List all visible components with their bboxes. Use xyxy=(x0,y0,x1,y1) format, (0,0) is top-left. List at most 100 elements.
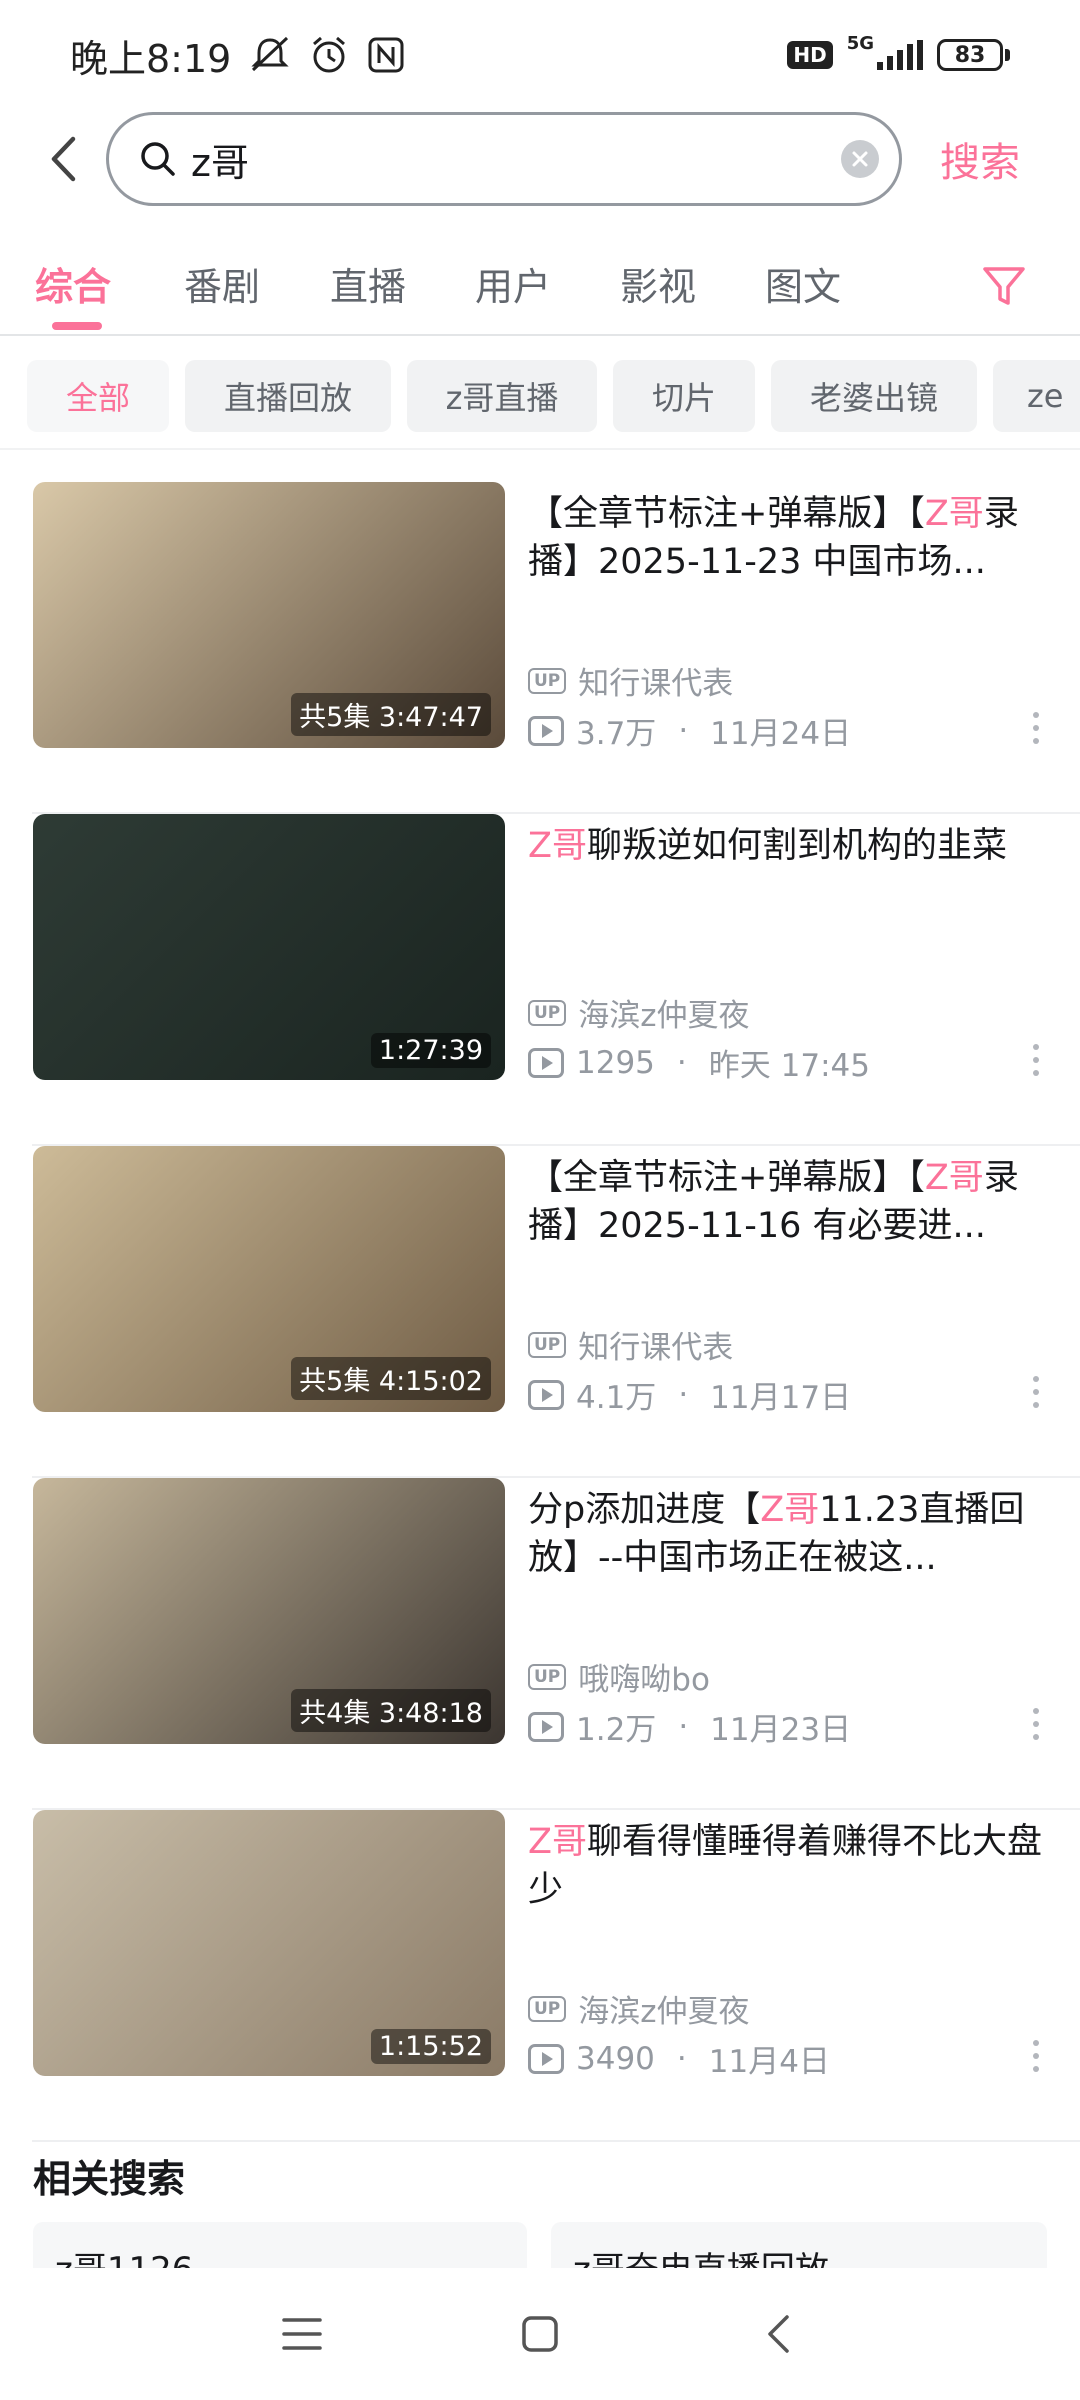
tab-bangumi[interactable]: 番剧 xyxy=(184,256,260,311)
up-badge-icon: UP xyxy=(528,1331,567,1358)
search-icon xyxy=(141,142,175,176)
home-button[interactable] xyxy=(510,2306,570,2362)
video-duration: 共4集 3:48:18 xyxy=(291,1689,491,1732)
up-badge-icon: UP xyxy=(528,1663,567,1690)
view-count: 1.2万 xyxy=(576,1712,657,1748)
tab-comprehensive[interactable]: 综合 xyxy=(35,256,111,311)
play-count-icon xyxy=(528,1711,564,1742)
filter-button[interactable] xyxy=(976,258,1032,314)
chips-divider xyxy=(0,448,1080,450)
search-submit-button[interactable]: 搜索 xyxy=(940,130,1020,188)
clear-search-button[interactable] xyxy=(841,140,879,178)
video-thumbnail[interactable]: 1:27:39 xyxy=(33,814,505,1080)
uploader-name: 知行课代表 xyxy=(578,1330,734,1366)
view-count: 3490 xyxy=(576,2040,655,2077)
status-bar: 晚上8:19 HD 5G 83 xyxy=(0,0,1080,110)
view-count: 4.1万 xyxy=(576,1380,657,1416)
publish-date: 11月24日 xyxy=(710,716,852,752)
uploader-name: 知行课代表 xyxy=(578,666,734,702)
video-title[interactable]: 分p添加进度【Z哥11.23直播回放】--中国市场正在被这... xyxy=(528,1486,1048,1582)
close-icon xyxy=(852,151,868,167)
video-stats: 1.2万 · 11月23日 xyxy=(528,1704,851,1749)
system-back-button[interactable] xyxy=(748,2306,808,2362)
play-count-icon xyxy=(528,715,564,746)
more-options-button[interactable] xyxy=(1026,708,1046,748)
publish-date: 11月23日 xyxy=(710,1712,852,1748)
video-title[interactable]: Z哥聊看得懂睡得着赚得不比大盘少 xyxy=(528,1818,1048,1914)
hd-badge: HD xyxy=(787,41,833,69)
more-options-button[interactable] xyxy=(1026,1040,1046,1080)
video-thumbnail[interactable]: 共5集 3:47:47 xyxy=(33,482,505,748)
active-tab-indicator xyxy=(52,322,102,330)
battery-indicator: 83 xyxy=(937,39,1010,71)
video-title[interactable]: Z哥聊叛逆如何割到机构的韭菜 xyxy=(528,822,1048,870)
publish-date: 11月4日 xyxy=(708,2044,830,2080)
video-card[interactable]: 1:27:39 Z哥聊叛逆如何割到机构的韭菜 UP 海滨z仲夏夜 1295 · … xyxy=(0,814,1080,1146)
video-thumbnail[interactable]: 共5集 4:15:02 xyxy=(33,1146,505,1412)
publish-date: 11月17日 xyxy=(710,1380,852,1416)
tab-articles[interactable]: 图文 xyxy=(765,256,841,311)
uploader-info[interactable]: UP 海滨z仲夏夜 xyxy=(528,1986,750,2031)
alarm-icon xyxy=(313,36,346,73)
clock: 晚上8:19 xyxy=(70,36,232,81)
filter-chips: 全部 直播回放 z哥直播 切片 老婆出镜 ze xyxy=(0,360,1080,434)
nfc-icon xyxy=(368,37,404,73)
uploader-info[interactable]: UP 海滨z仲夏夜 xyxy=(528,990,750,1035)
more-options-button[interactable] xyxy=(1026,1704,1046,1744)
related-searches-title: 相关搜索 xyxy=(33,2157,186,2201)
video-card[interactable]: 共4集 3:48:18 分p添加进度【Z哥11.23直播回放】--中国市场正在被… xyxy=(0,1478,1080,1810)
uploader-name: 海滨z仲夏夜 xyxy=(578,1994,750,2030)
video-stats: 3.7万 · 11月24日 xyxy=(528,708,851,753)
uploader-info[interactable]: UP 哦嗨呦bo xyxy=(528,1654,710,1699)
menu-icon xyxy=(282,2318,322,2350)
video-stats: 1295 · 昨天 17:45 xyxy=(528,1040,870,1085)
video-thumbnail[interactable]: 共4集 3:48:18 xyxy=(33,1478,505,1744)
view-count: 3.7万 xyxy=(576,716,657,752)
tab-film-tv[interactable]: 影视 xyxy=(620,256,696,311)
chip-live-replay[interactable]: 直播回放 xyxy=(185,360,391,432)
more-options-button[interactable] xyxy=(1026,1372,1046,1412)
video-card[interactable]: 1:15:52 Z哥聊看得懂睡得着赚得不比大盘少 UP 海滨z仲夏夜 3490 … xyxy=(0,1810,1080,2142)
status-left: 晚上8:19 xyxy=(70,28,405,83)
tab-users[interactable]: 用户 xyxy=(475,256,551,311)
chip-wife-appearance[interactable]: 老婆出镜 xyxy=(771,360,977,432)
uploader-info[interactable]: UP 知行课代表 xyxy=(528,658,733,703)
search-input[interactable] xyxy=(191,137,841,181)
tab-live[interactable]: 直播 xyxy=(330,256,406,311)
publish-date: 昨天 17:45 xyxy=(708,1048,870,1084)
triangle-back-icon xyxy=(768,2315,789,2353)
menu-button[interactable] xyxy=(272,2306,332,2362)
video-duration: 共5集 4:15:02 xyxy=(291,1357,491,1400)
uploader-name: 海滨z仲夏夜 xyxy=(578,998,750,1034)
view-count: 1295 xyxy=(576,1044,655,1081)
video-card[interactable]: 共5集 4:15:02 【全章节标注+弹幕版】【Z哥录播】2025-11-16 … xyxy=(0,1146,1080,1478)
chevron-left-icon xyxy=(51,136,76,182)
divider xyxy=(32,2140,1080,2142)
system-nav-bar xyxy=(0,2268,1080,2400)
signal-icon xyxy=(877,40,923,70)
play-count-icon xyxy=(528,2043,564,2074)
uploader-info[interactable]: UP 知行课代表 xyxy=(528,1322,733,1367)
status-right: HD 5G 83 xyxy=(787,33,1010,71)
video-card[interactable]: 共5集 3:47:47 【全章节标注+弹幕版】【Z哥录播】2025-11-23 … xyxy=(0,482,1080,814)
video-thumbnail[interactable]: 1:15:52 xyxy=(33,1810,505,2076)
video-duration: 共5集 3:47:47 xyxy=(291,693,491,736)
search-box[interactable] xyxy=(106,112,902,206)
up-badge-icon: UP xyxy=(528,1995,567,2022)
back-button[interactable] xyxy=(38,127,88,191)
more-options-button[interactable] xyxy=(1026,2036,1046,2076)
network-label: 5G xyxy=(847,33,923,70)
video-title[interactable]: 【全章节标注+弹幕版】【Z哥录播】2025-11-23 中国市场... xyxy=(528,490,1048,586)
video-duration: 1:15:52 xyxy=(370,2029,491,2064)
play-count-icon xyxy=(528,1379,564,1410)
up-badge-icon: UP xyxy=(528,667,567,694)
chip-clips[interactable]: 切片 xyxy=(613,360,755,432)
chip-z-live[interactable]: z哥直播 xyxy=(407,360,597,432)
video-title[interactable]: 【全章节标注+弹幕版】【Z哥录播】2025-11-16 有必要进... xyxy=(528,1154,1048,1250)
chip-all[interactable]: 全部 xyxy=(27,360,169,432)
video-duration: 1:27:39 xyxy=(370,1033,491,1068)
chip-ze[interactable]: ze xyxy=(993,360,1080,432)
filter-icon xyxy=(983,267,1025,305)
home-square-icon xyxy=(522,2316,558,2352)
battery-level: 83 xyxy=(937,39,1003,71)
